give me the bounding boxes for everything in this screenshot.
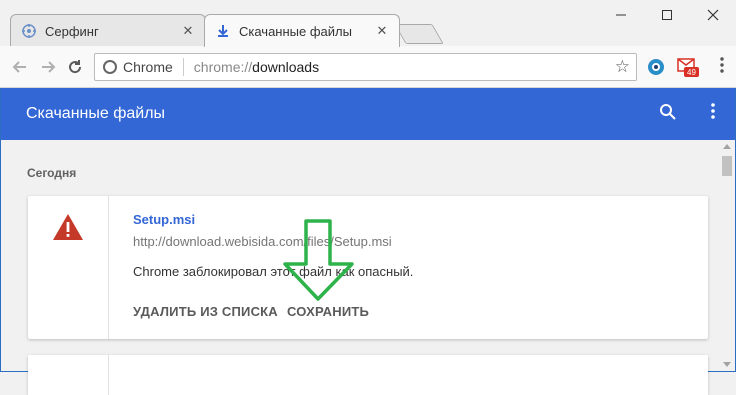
scroll-down-icon[interactable] <box>723 362 731 367</box>
scheme-label: Chrome <box>123 59 173 75</box>
tab-downloads[interactable]: Скачанные файлы ✕ <box>204 14 400 47</box>
title-bar: Серфинг ✕ Скачанные файлы ✕ <box>0 0 736 47</box>
save-button[interactable]: СОХРАНИТЬ <box>287 304 369 319</box>
back-icon[interactable] <box>8 55 32 79</box>
address-bar[interactable]: Chrome chrome:// downloads ☆ <box>94 53 637 81</box>
download-icon-column <box>28 355 109 395</box>
minimize-icon[interactable] <box>598 0 644 30</box>
window-controls <box>598 0 736 30</box>
warning-icon <box>52 213 84 246</box>
download-item <box>28 355 708 395</box>
chrome-menu-icon[interactable] <box>720 57 724 73</box>
date-label: Сегодня <box>27 166 77 180</box>
downloads-header: Скачанные файлы <box>1 88 735 140</box>
scroll-thumb[interactable] <box>722 156 732 176</box>
tab-title: Серфинг <box>45 23 99 39</box>
reload-icon[interactable] <box>63 55 87 79</box>
close-window-icon[interactable] <box>690 0 736 30</box>
page-title: Скачанные файлы <box>26 105 166 122</box>
url-host: downloads <box>252 59 320 75</box>
tab-surfing[interactable]: Серфинг ✕ <box>10 14 206 47</box>
divider <box>182 58 184 76</box>
annotation-arrow-icon <box>283 219 354 301</box>
surfing-site-icon <box>21 23 37 39</box>
chrome-page-icon <box>103 60 117 74</box>
extension-globe-icon[interactable] <box>645 56 667 78</box>
mail-badge-count: 49 <box>687 68 696 77</box>
file-status: Chrome заблокировал этот файл как опасны… <box>133 264 414 279</box>
bookmark-star-icon[interactable]: ☆ <box>615 57 630 77</box>
new-tab-button[interactable] <box>394 24 444 44</box>
maximize-icon[interactable] <box>644 0 690 30</box>
close-icon[interactable]: ✕ <box>375 24 389 38</box>
forward-icon[interactable] <box>36 55 60 79</box>
tab-title: Скачанные файлы <box>239 23 352 39</box>
scrollbar[interactable] <box>719 140 735 371</box>
mail-extension-icon[interactable]: 49 <box>677 56 699 78</box>
downloads-list: Сегодня Setup.msi http://download.webisi… <box>1 140 719 395</box>
file-name-link[interactable]: Setup.msi <box>133 212 195 227</box>
close-icon[interactable]: ✕ <box>181 24 195 38</box>
search-icon[interactable] <box>659 103 677 126</box>
download-icon <box>215 23 231 39</box>
more-options-icon[interactable] <box>711 102 715 125</box>
download-icon-column <box>28 196 109 339</box>
url-prefix: chrome:// <box>193 59 253 75</box>
download-item: Setup.msi http://download.webisida.com/f… <box>28 196 708 339</box>
remove-from-list-button[interactable]: УДАЛИТЬ ИЗ СПИСКА <box>133 304 278 319</box>
browser-toolbar: Chrome chrome:// downloads ☆ 49 <box>0 46 736 88</box>
scroll-up-icon[interactable] <box>723 144 731 149</box>
